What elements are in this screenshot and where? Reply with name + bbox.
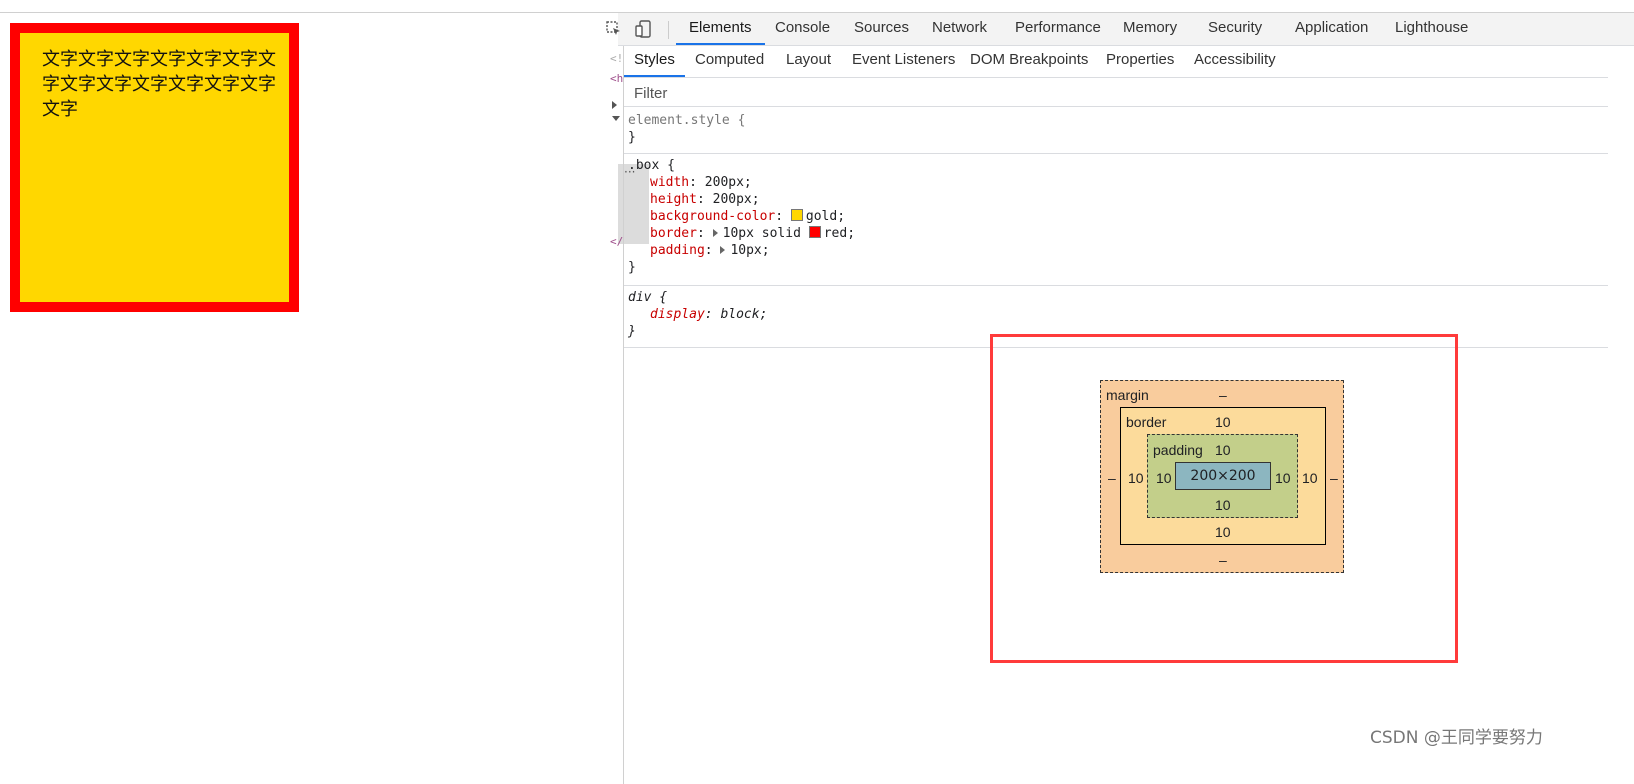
subtab-computed[interactable]: Computed bbox=[695, 46, 764, 77]
color-swatch-red[interactable] bbox=[808, 226, 821, 238]
declaration-display: display: block; bbox=[650, 307, 768, 322]
devtools-main-toolbar: Elements Console Sources Network Perform… bbox=[606, 13, 1634, 46]
property-value[interactable]: 10px; bbox=[730, 243, 769, 258]
declaration-border[interactable]: border: 10px solid red; bbox=[628, 225, 1608, 242]
property-value: block; bbox=[720, 307, 768, 322]
tab-lighthouse[interactable]: Lighthouse bbox=[1395, 13, 1468, 45]
inspect-element-icon[interactable] bbox=[604, 19, 624, 39]
declaration-height[interactable]: height: 200px; bbox=[628, 191, 1608, 208]
styles-filter-input[interactable] bbox=[632, 82, 1536, 104]
tab-network[interactable]: Network bbox=[932, 13, 987, 45]
dom-html-fragment[interactable]: <h bbox=[610, 72, 623, 85]
dom-close-fragment[interactable]: </ bbox=[610, 235, 623, 248]
rule-element-style: element.style { } bbox=[624, 110, 1608, 154]
property-value[interactable]: gold; bbox=[806, 209, 845, 224]
toolbar-separator bbox=[668, 21, 669, 39]
subtab-accessibility[interactable]: Accessibility bbox=[1194, 46, 1276, 77]
rule-selector: div { bbox=[628, 290, 668, 305]
styles-filter-bar bbox=[624, 78, 1608, 107]
property-name[interactable]: background-color bbox=[650, 209, 775, 224]
rule-close-brace: } bbox=[628, 260, 636, 275]
tab-application[interactable]: Application bbox=[1295, 13, 1368, 45]
property-value[interactable]: red; bbox=[824, 226, 855, 241]
subtab-dom-breakpoints[interactable]: DOM Breakpoints bbox=[970, 46, 1088, 77]
declaration-padding[interactable]: padding: 10px; bbox=[628, 242, 1608, 259]
subtab-event-listeners[interactable]: Event Listeners bbox=[852, 46, 955, 77]
tab-console[interactable]: Console bbox=[775, 13, 830, 45]
tab-security[interactable]: Security bbox=[1208, 13, 1262, 45]
collapse-triangle-icon[interactable] bbox=[612, 116, 620, 121]
demo-box-text: 文字文字文字文字文字文字文字文字文字文字文字文字文字文字 bbox=[42, 49, 276, 120]
declaration-background-color[interactable]: background-color: gold; bbox=[628, 208, 1608, 225]
property-name: display bbox=[650, 307, 705, 322]
tab-memory[interactable]: Memory bbox=[1123, 13, 1177, 45]
demo-box[interactable]: 文字文字文字文字文字文字文字文字文字文字文字文字文字文字 bbox=[10, 23, 299, 312]
subtab-properties[interactable]: Properties bbox=[1106, 46, 1174, 77]
subtab-styles[interactable]: Styles bbox=[624, 46, 685, 77]
expand-shorthand-icon[interactable] bbox=[720, 246, 726, 254]
property-name[interactable]: width bbox=[650, 175, 689, 190]
device-toolbar-icon[interactable] bbox=[634, 19, 654, 39]
rule-close-brace: } bbox=[628, 130, 636, 145]
property-name[interactable]: border bbox=[650, 226, 697, 241]
property-value[interactable]: 200px; bbox=[713, 192, 760, 207]
property-name[interactable]: padding bbox=[650, 243, 705, 258]
tab-sources[interactable]: Sources bbox=[854, 13, 909, 45]
expand-shorthand-icon[interactable] bbox=[712, 229, 718, 237]
color-swatch-gold[interactable] bbox=[790, 209, 803, 221]
rule-selector[interactable]: .box { bbox=[628, 157, 1608, 174]
rule-selector[interactable]: element.style { bbox=[628, 112, 1608, 129]
annotation-highlight-rectangle bbox=[990, 334, 1458, 663]
declaration-width[interactable]: width: 200px; bbox=[628, 174, 1608, 191]
tab-performance[interactable]: Performance bbox=[1015, 13, 1101, 45]
property-value[interactable]: 200px; bbox=[705, 175, 752, 190]
dom-doctype-fragment: <! bbox=[610, 52, 624, 65]
subtab-layout[interactable]: Layout bbox=[786, 46, 831, 77]
watermark: CSDN @王同学要努力 bbox=[1370, 728, 1543, 748]
rule-box: .box { width: 200px; height: 200px; back… bbox=[624, 155, 1608, 286]
property-name[interactable]: height bbox=[650, 192, 697, 207]
tab-elements[interactable]: Elements bbox=[676, 13, 765, 45]
expand-triangle-icon[interactable] bbox=[612, 94, 622, 113]
styles-subtabs: Styles Computed Layout Event Listeners D… bbox=[624, 46, 1608, 78]
property-value-prefix[interactable]: 10px solid bbox=[723, 226, 809, 241]
